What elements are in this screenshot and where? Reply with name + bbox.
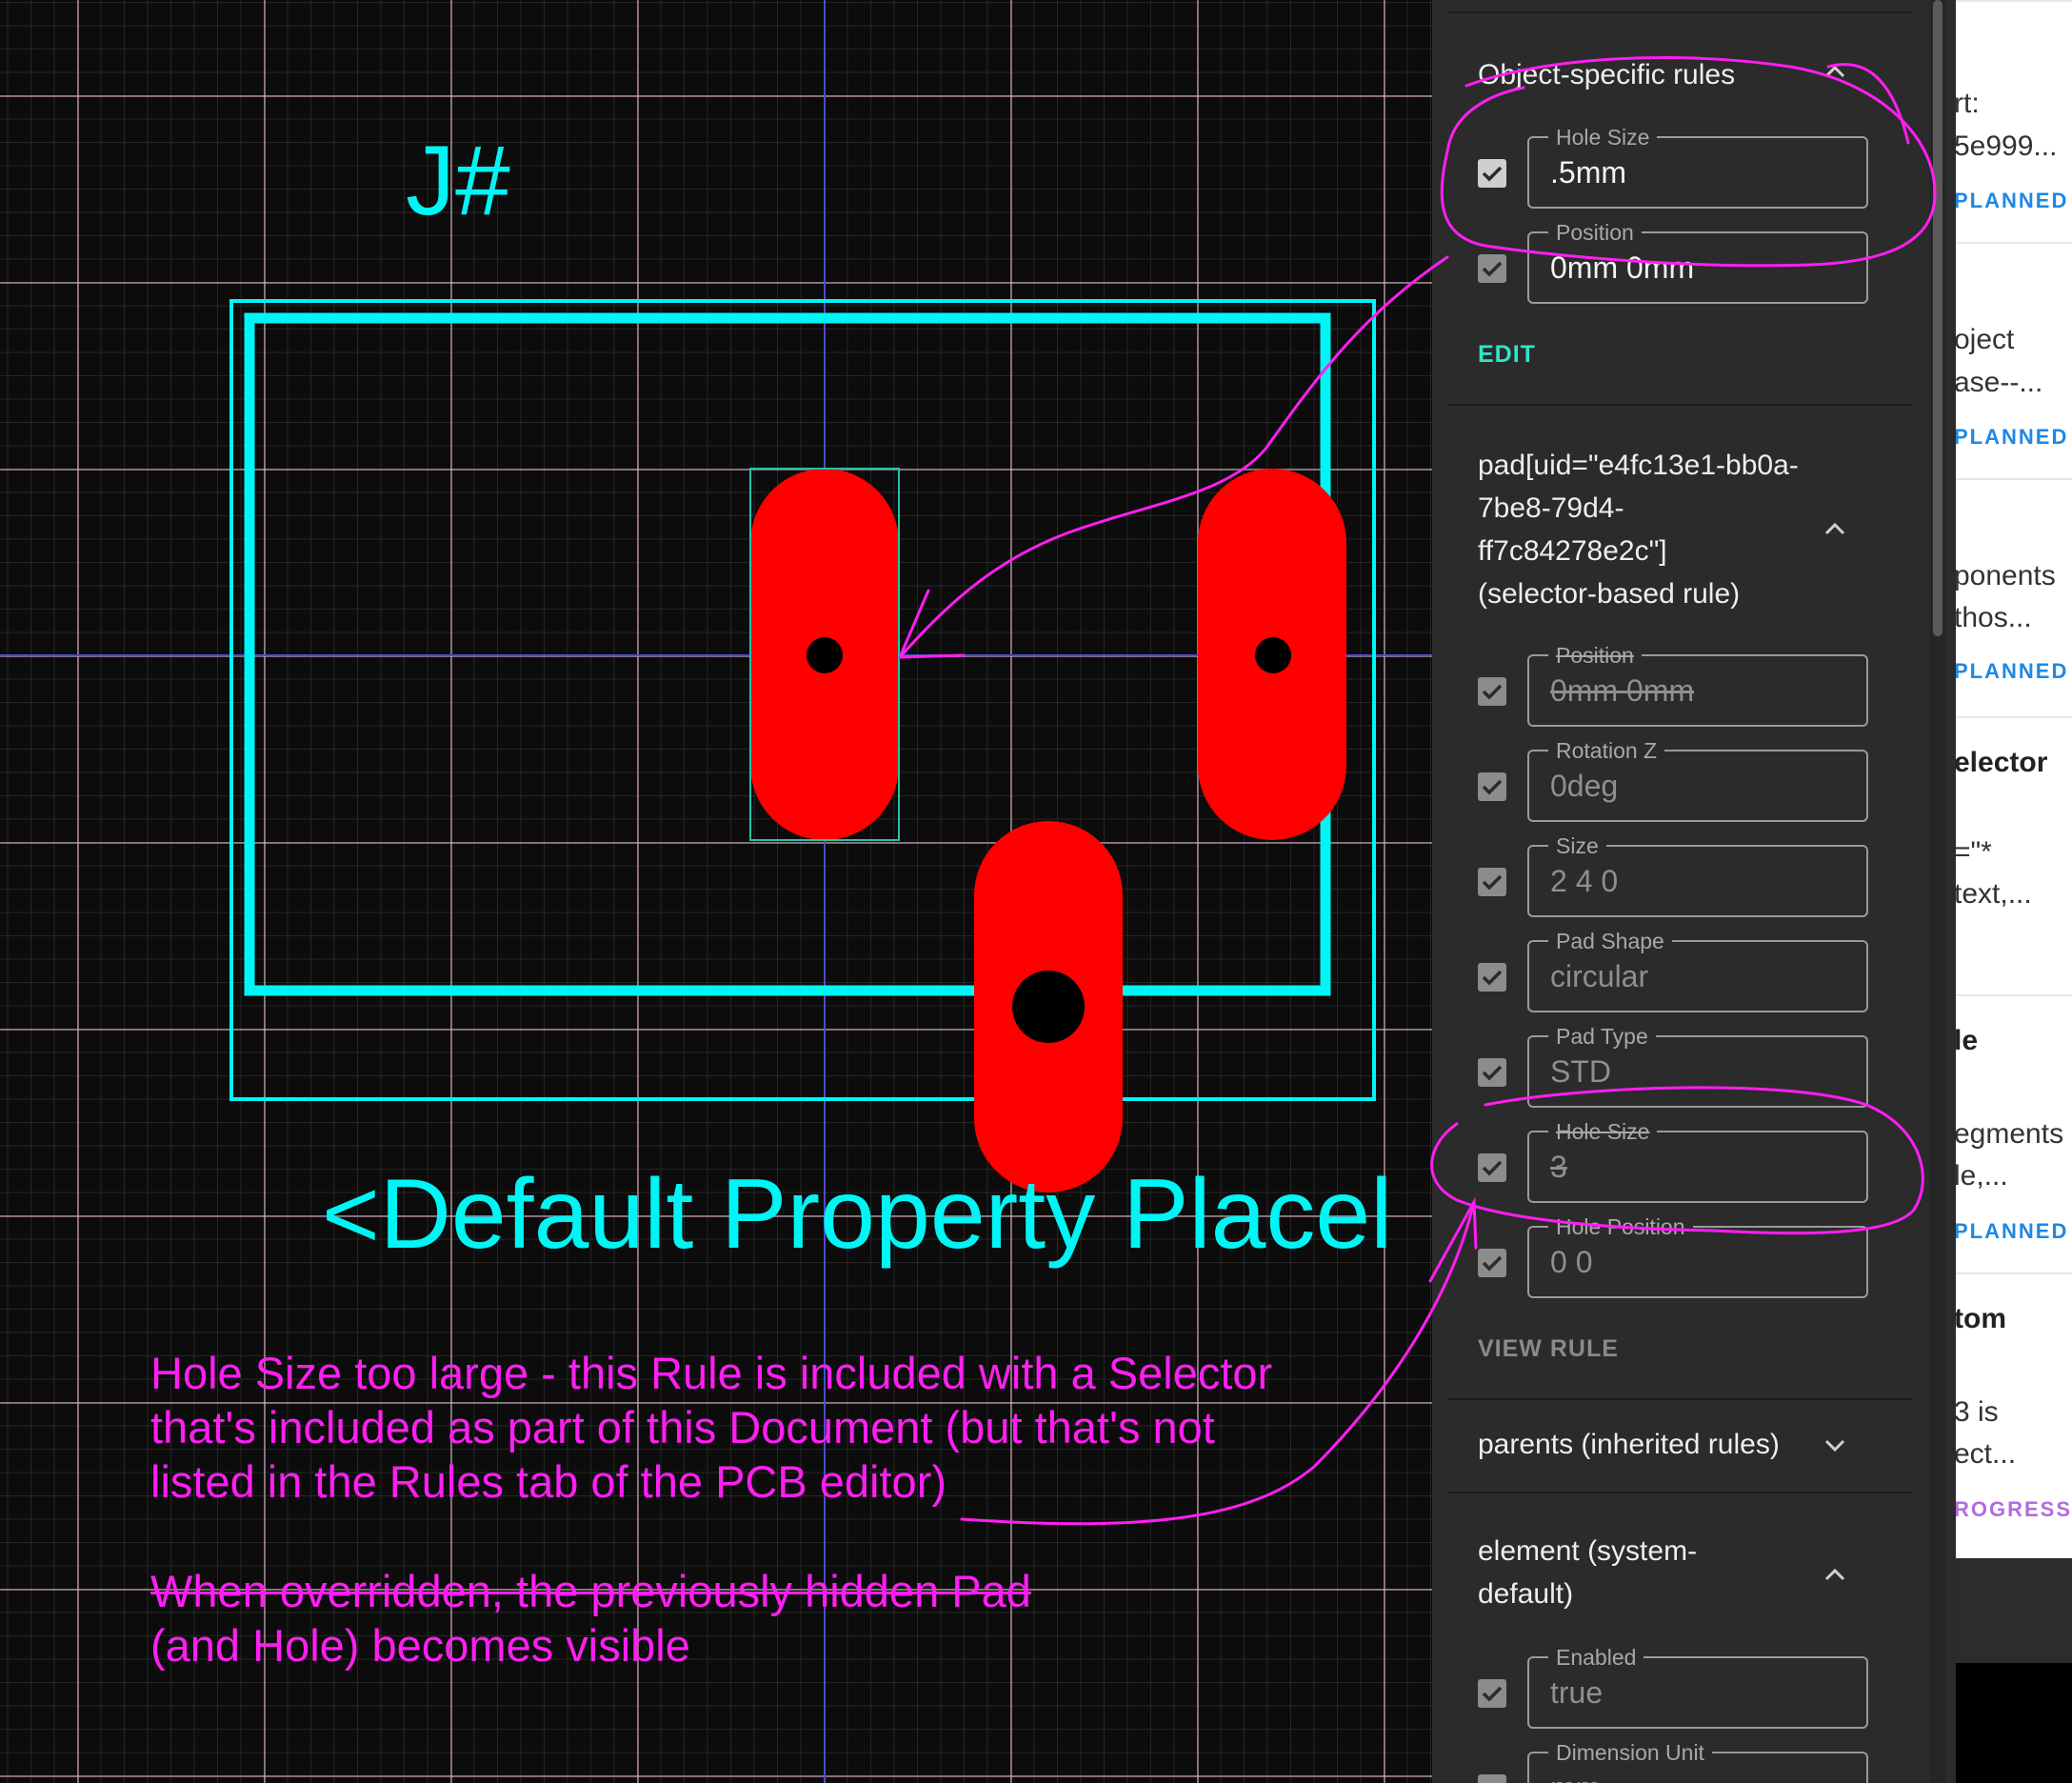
divider (1447, 1492, 1912, 1493)
checkbox[interactable] (1478, 1249, 1506, 1277)
pad-3-hole (1012, 971, 1085, 1043)
checkbox[interactable] (1478, 254, 1506, 283)
field-label: Hole Size (1548, 125, 1658, 150)
checkbox[interactable] (1478, 1679, 1506, 1708)
list-item[interactable]: rt: 5e999... PLANNED (1942, 0, 2072, 240)
field-value: circular (1550, 959, 1649, 993)
list-item-text: oject (1954, 324, 2015, 355)
checkbox[interactable] (1478, 772, 1506, 801)
checkbox[interactable] (1478, 1774, 1506, 1783)
annotation-hole-size-note: Hole Size too large - this Rule is inclu… (150, 1348, 1273, 1507)
position-field[interactable]: Position 0mm 0mm (1527, 643, 1868, 727)
field-label: Position (1548, 643, 1642, 668)
list-item[interactable]: le egments le,... PLANNED (1942, 994, 2072, 1272)
chevron-up-icon[interactable] (1823, 59, 1847, 84)
field-value: .5mm (1550, 155, 1626, 190)
field-value: mm (1550, 1771, 1601, 1783)
list-item-text: rt: (1954, 88, 1980, 119)
size-field[interactable]: Size 2 4 0 (1527, 833, 1868, 917)
hole-position-field[interactable]: Hole Position 0 0 (1527, 1214, 1868, 1298)
field-value: STD (1550, 1054, 1611, 1089)
view-rule-button[interactable]: VIEW RULE (1478, 1335, 1619, 1363)
object-rules-title: Object-specific rules (1478, 59, 1736, 90)
checkbox[interactable] (1478, 1058, 1506, 1087)
element-rules-title: element (system- default) (1478, 1535, 1698, 1610)
rules-panel: Object-specific rules Hole Size .5mm Pos… (1432, 0, 1956, 1783)
divider (1447, 404, 1912, 406)
pad-type-field[interactable]: Pad Type STD (1527, 1024, 1868, 1108)
list-item-text: 3 is (1954, 1396, 1999, 1428)
chevron-up-icon[interactable] (1823, 1562, 1847, 1587)
status-badge: PLANNED (1954, 425, 2069, 449)
list-item-text: ase--... (1954, 367, 2043, 398)
field-value: 0 0 (1550, 1245, 1593, 1279)
list-item[interactable]: oject ase--... PLANNED (1942, 242, 2072, 478)
field-label: Hole Size (1548, 1119, 1658, 1144)
status-badge: PLANNED (1954, 1219, 2069, 1243)
chevron-up-icon[interactable] (1823, 516, 1847, 541)
background-bottom (1942, 1663, 2072, 1783)
rotation-z-field[interactable]: Rotation Z 0deg (1527, 738, 1868, 822)
dimension-unit-field[interactable]: Dimension Unit mm (1527, 1740, 1868, 1783)
status-badge: PLANNED (1954, 659, 2069, 683)
field-value: true (1550, 1675, 1604, 1710)
background-issue-list: rt: 5e999... PLANNED oject ase--... PLAN… (1942, 0, 2072, 1558)
field-label: Rotation Z (1548, 738, 1665, 763)
pcb-canvas[interactable]: J# <Default Property Placel Hole Size to… (0, 0, 1432, 1783)
pad-shape-field[interactable]: Pad Shape circular (1527, 929, 1868, 1012)
reference-designator: J# (406, 126, 510, 236)
list-item-heading: tom (1954, 1303, 2006, 1334)
list-item-text: 5e999... (1954, 130, 2058, 162)
enabled-field[interactable]: Enabled true (1527, 1645, 1868, 1729)
pcb-drawing[interactable]: J# <Default Property Placel (0, 0, 1432, 1783)
checkbox[interactable] (1478, 868, 1506, 896)
field-label: Pad Shape (1548, 929, 1672, 953)
background-footer (1942, 1558, 2072, 1663)
parents-rules-title[interactable]: parents (inherited rules) (1478, 1423, 1780, 1466)
list-item[interactable]: ponents thos... PLANNED (1942, 478, 2072, 714)
list-item-text: ="* (1954, 836, 1992, 868)
status-badge: ROGRESS (1954, 1497, 2072, 1521)
field-label: Dimension Unit (1548, 1740, 1712, 1765)
hole-size-field[interactable]: Hole Size .5mm (1527, 125, 1868, 209)
divider (1447, 11, 1912, 13)
status-badge: PLANNED (1954, 189, 2069, 212)
list-item-text: thos... (1954, 602, 2032, 633)
list-item-text: ect... (1954, 1438, 2017, 1470)
list-item[interactable]: elector ="* text,... (1942, 716, 2072, 994)
list-item-heading: elector (1954, 747, 2048, 778)
field-value: 0mm 0mm (1550, 673, 1695, 708)
hole-size-field[interactable]: Hole Size 3 (1527, 1119, 1868, 1203)
selector-rule-title: pad[uid="e4fc13e1-bb0a- 7be8-79d4- ff7c8… (1478, 450, 1799, 610)
checkbox[interactable] (1478, 677, 1506, 706)
field-value: 0mm 0mm (1550, 250, 1695, 285)
list-item-heading: le (1954, 1025, 1979, 1056)
annotation-visible-note: (and Hole) becomes visible (150, 1620, 690, 1671)
list-item-text: egments (1954, 1118, 2064, 1150)
divider (1447, 1398, 1912, 1400)
field-label: Enabled (1548, 1645, 1644, 1670)
edit-button[interactable]: EDIT (1478, 341, 1536, 369)
field-value: 3 (1550, 1150, 1567, 1184)
field-value: 0deg (1550, 769, 1619, 803)
field-label: Size (1548, 833, 1606, 858)
chevron-down-icon[interactable] (1823, 1432, 1847, 1457)
list-item-text: le,... (1954, 1160, 2008, 1192)
field-label: Pad Type (1548, 1024, 1656, 1049)
list-item-text: ponents (1954, 560, 2056, 591)
pad-1-hole (807, 637, 843, 673)
pad-2-hole (1255, 637, 1291, 673)
list-item-text: text,... (1954, 878, 2032, 910)
position-field[interactable]: Position 0mm 0mm (1527, 220, 1868, 304)
checkbox[interactable] (1478, 1153, 1506, 1182)
annotation-struck-note: When overridden, the previously hidden P… (150, 1566, 1031, 1616)
checkbox[interactable] (1478, 963, 1506, 992)
field-label: Hole Position (1548, 1214, 1693, 1239)
field-label: Position (1548, 220, 1642, 245)
field-value: 2 4 0 (1550, 864, 1619, 898)
scrollbar-thumb[interactable] (1933, 0, 1942, 636)
default-property-text: <Default Property Placel (322, 1159, 1392, 1270)
checkbox[interactable] (1478, 159, 1506, 188)
list-item[interactable]: tom 3 is ect... ROGRESS (1942, 1272, 2072, 1558)
